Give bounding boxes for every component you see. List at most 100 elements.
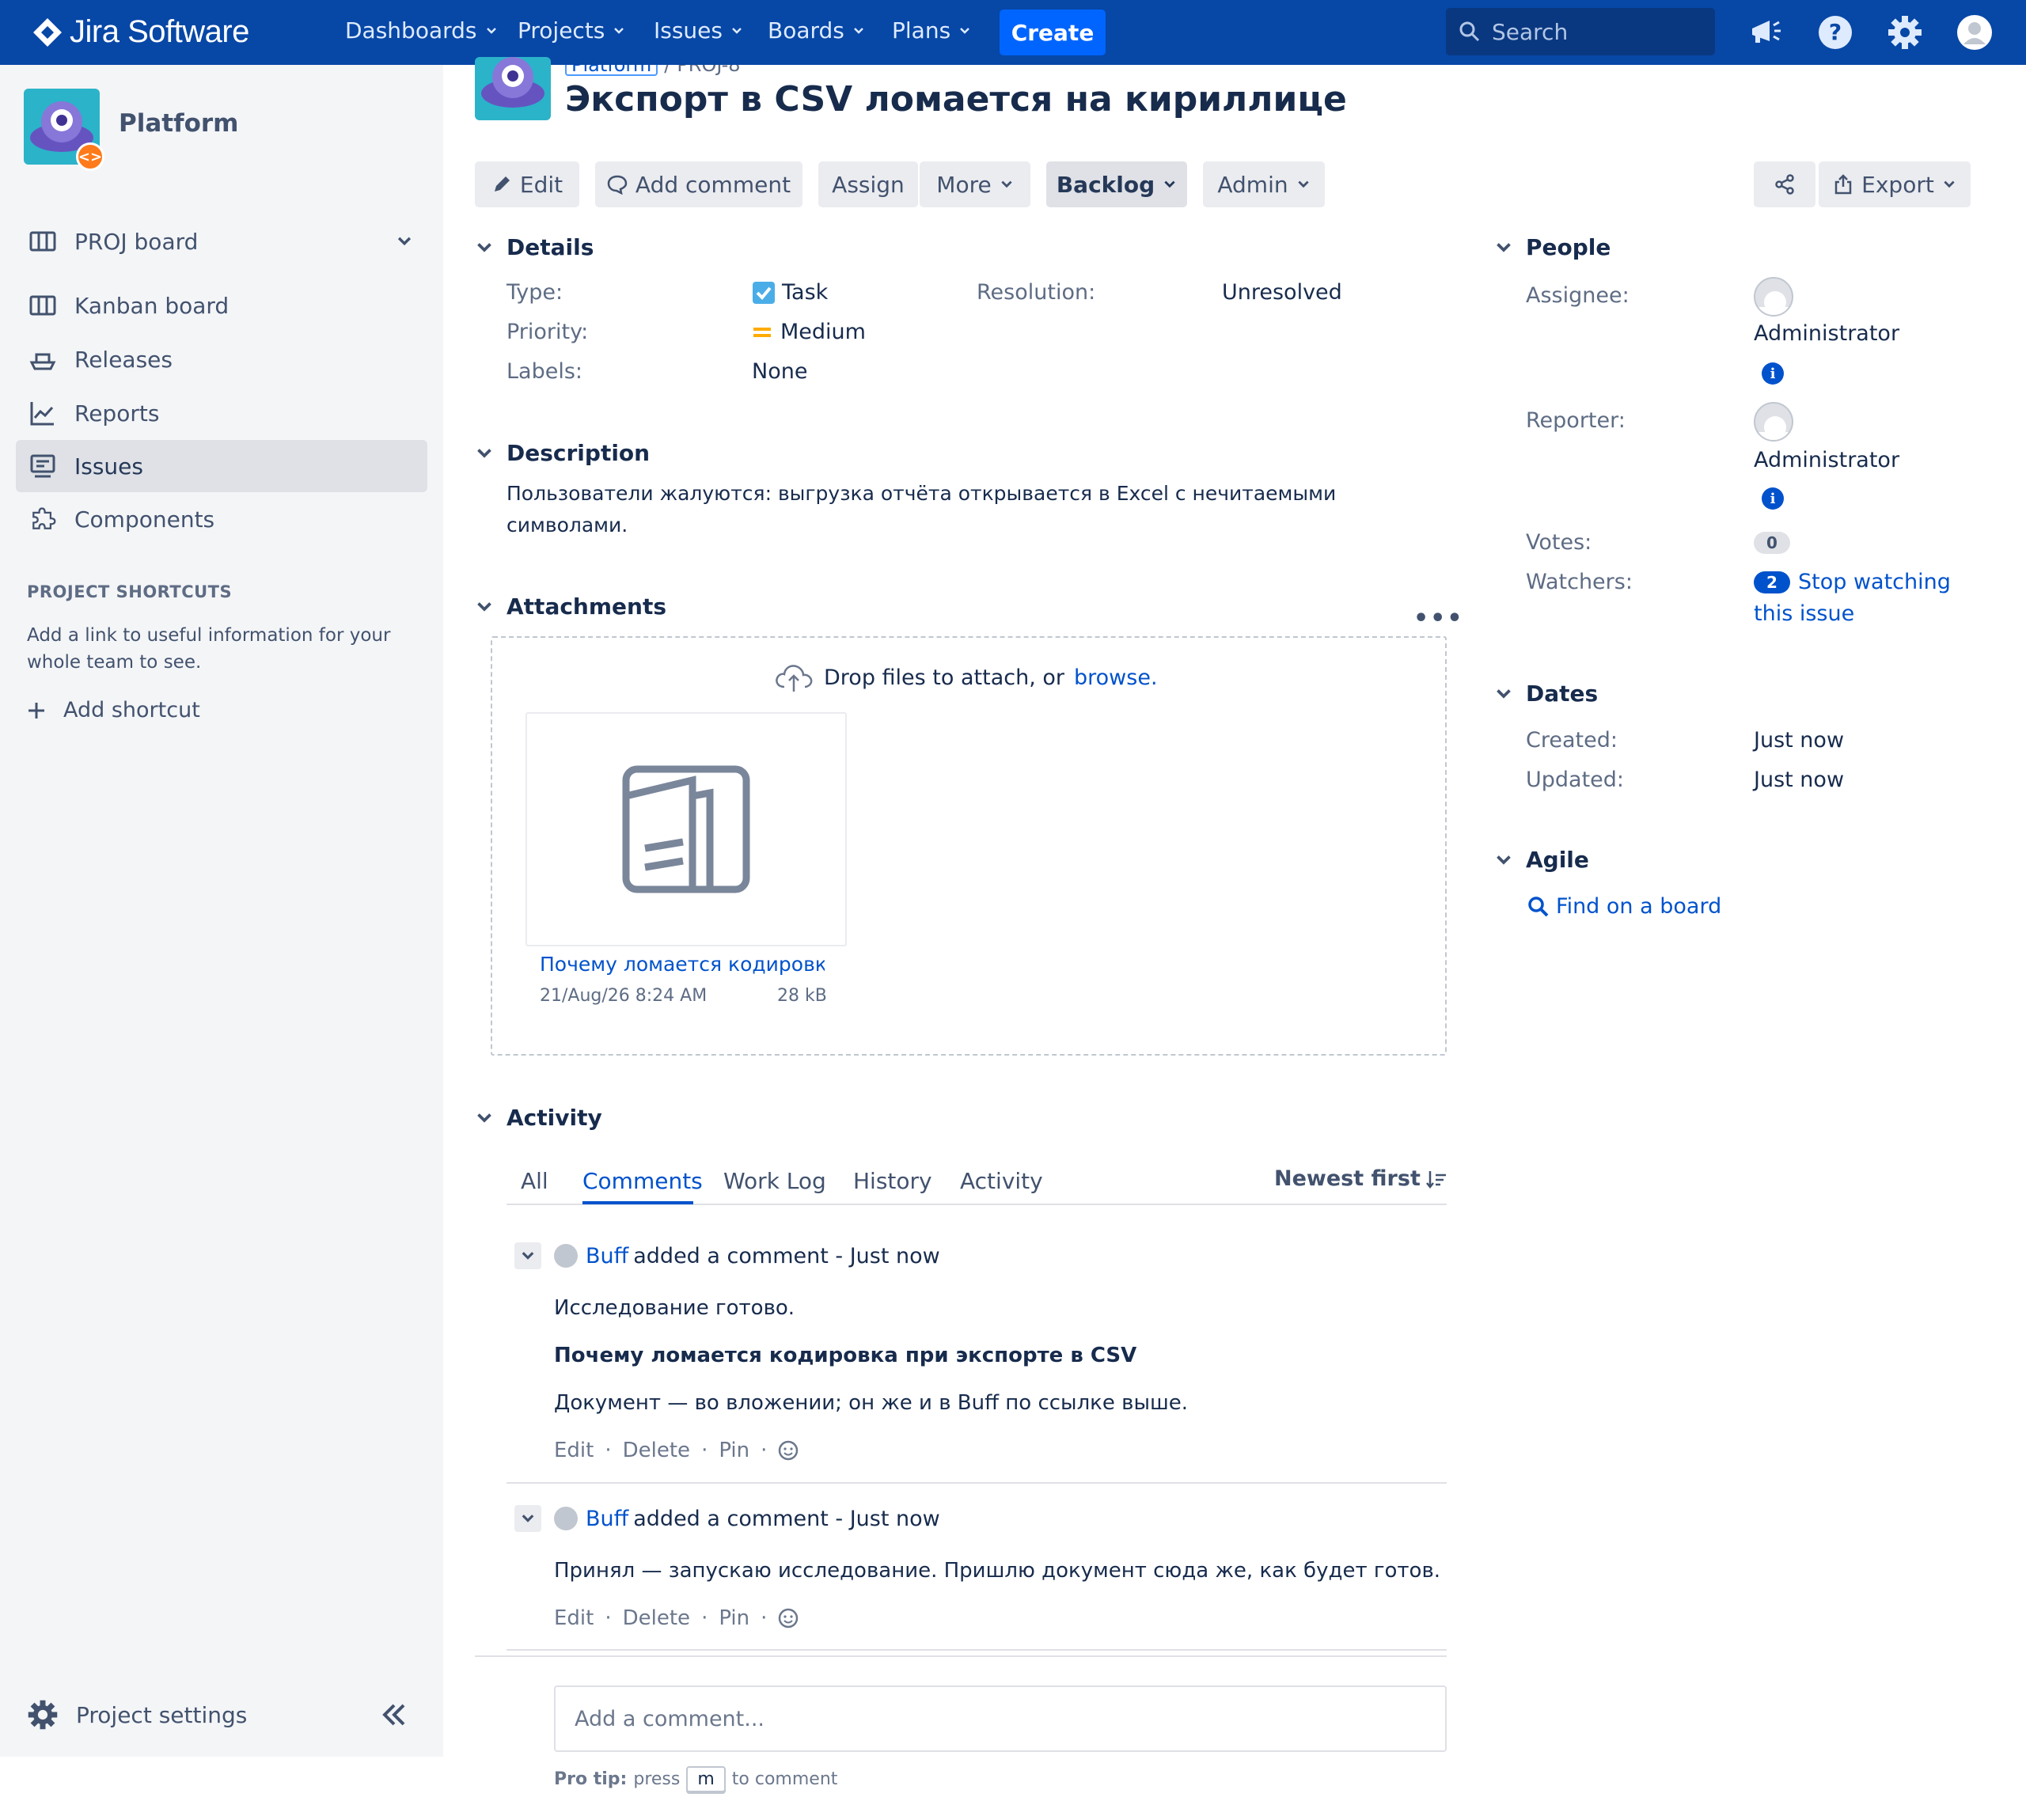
attachments-section-toggle[interactable]: Attachments [475, 593, 666, 620]
add-shortcut-button[interactable]: Add shortcut [27, 698, 200, 722]
attachments-heading: Attachments [506, 593, 667, 620]
comment-header: Buff added a comment - Just now [514, 1242, 940, 1269]
nav-label: Boards [768, 17, 844, 44]
priority-value[interactable]: Medium [752, 320, 866, 344]
avatar[interactable] [1754, 402, 1793, 442]
priority-text: Medium [780, 320, 866, 344]
admin-button[interactable]: Admin [1203, 161, 1325, 207]
attachment-dropzone[interactable]: Drop files to attach, or browse. Почему … [491, 636, 1447, 1056]
more-button[interactable]: More [920, 161, 1030, 207]
details-section-toggle[interactable]: Details [475, 234, 594, 260]
activity-bottom-divider [475, 1655, 1447, 1657]
browse-link[interactable]: browse. [1074, 665, 1158, 690]
stop-watching-link[interactable]: Stop watching [1798, 570, 1951, 594]
nav-boards[interactable]: Boards [768, 17, 865, 44]
emoji-reaction-icon[interactable] [778, 1608, 799, 1629]
jira-logo[interactable]: Jira Software [32, 14, 249, 50]
project-settings-link[interactable]: Project settings [27, 1699, 247, 1731]
nav-issues[interactable]: Issues [654, 17, 743, 44]
comment-pin-link[interactable]: Pin [719, 1606, 749, 1630]
description-section-toggle[interactable]: Description [475, 440, 650, 466]
nav-dashboards[interactable]: Dashboards [345, 17, 498, 44]
comment-input[interactable]: Add a comment... [554, 1685, 1447, 1752]
nav-plans[interactable]: Plans [892, 17, 971, 44]
help-icon[interactable]: ? [1817, 14, 1853, 51]
comment-delete-link[interactable]: Delete [623, 1606, 690, 1630]
tab-work-log[interactable]: Work Log [723, 1168, 826, 1194]
document-icon [622, 765, 750, 893]
issue-project-avatar[interactable] [475, 57, 551, 120]
create-button[interactable]: Create [1000, 9, 1106, 55]
comment-paragraph: Исследование готово. [554, 1296, 795, 1320]
share-button[interactable] [1754, 161, 1815, 207]
emoji-reaction-icon[interactable] [778, 1440, 799, 1461]
status-backlog-button[interactable]: Backlog [1046, 161, 1187, 207]
attachment-thumbnail[interactable] [525, 712, 847, 946]
info-icon[interactable]: i [1762, 362, 1784, 385]
labels-value[interactable]: None [752, 359, 807, 384]
activity-section-toggle[interactable]: Activity [475, 1105, 602, 1131]
tab-activity[interactable]: Activity [960, 1168, 1043, 1194]
project-name[interactable]: Platform [119, 109, 238, 138]
assign-button[interactable]: Assign [818, 161, 918, 207]
chevron-down-icon [1298, 180, 1309, 188]
chevron-down-icon [1497, 688, 1511, 699]
sidebar-item-components[interactable]: Components [16, 493, 427, 545]
export-button[interactable]: Export [1819, 161, 1971, 207]
find-on-board-link[interactable]: Find on a board [1527, 894, 1721, 919]
search-input[interactable]: Search [1446, 8, 1715, 55]
comment-meta: added a comment - Just now [633, 1506, 940, 1531]
megaphone-icon[interactable] [1747, 14, 1784, 51]
sidebar-item-proj-board[interactable]: PROJ board [16, 215, 427, 267]
svg-text:?: ? [1829, 19, 1842, 45]
assignee-name[interactable]: Administrator [1754, 321, 1899, 346]
sort-order-button[interactable]: Newest first [1274, 1166, 1447, 1191]
chevron-down-icon [960, 27, 970, 34]
comment-collapse-toggle[interactable] [514, 1505, 541, 1532]
sidebar-item-reports[interactable]: Reports [16, 387, 427, 439]
collapse-sidebar-icon[interactable] [378, 1699, 410, 1731]
breadcrumb: Platform / PROJ-8 [565, 65, 741, 76]
comment-delete-link[interactable]: Delete [623, 1439, 690, 1462]
type-value[interactable]: Task [752, 280, 828, 305]
sidebar-item-releases[interactable]: Releases [16, 333, 427, 385]
comment-author[interactable]: Buff [586, 1507, 628, 1531]
gear-icon[interactable] [1887, 14, 1923, 51]
priority-label: Priority: [506, 320, 589, 344]
tab-comments[interactable]: Comments [582, 1168, 703, 1194]
share-icon [1775, 174, 1794, 195]
comment-author[interactable]: Buff [586, 1244, 628, 1268]
dates-section-toggle[interactable]: Dates [1494, 681, 1598, 707]
tab-history[interactable]: History [853, 1168, 932, 1194]
people-section-toggle[interactable]: People [1494, 234, 1611, 260]
info-icon[interactable]: i [1762, 487, 1784, 510]
stop-watching-link-line2[interactable]: this issue [1754, 601, 1854, 626]
agile-section-toggle[interactable]: Agile [1494, 847, 1589, 873]
description-text[interactable]: Пользователи жалуются: выгрузка отчёта о… [506, 478, 1393, 541]
comment-header: Buff added a comment - Just now [514, 1505, 940, 1532]
avatar[interactable] [554, 1244, 578, 1268]
attachments-options-button[interactable]: ••• [1413, 605, 1464, 632]
avatar[interactable] [1754, 277, 1793, 317]
comment-collapse-toggle[interactable] [514, 1242, 541, 1269]
comment-pin-link[interactable]: Pin [719, 1439, 749, 1462]
nav-projects[interactable]: Projects [518, 17, 625, 44]
user-avatar-icon[interactable] [1956, 14, 1993, 51]
breadcrumb-issue-key[interactable]: PROJ-8 [677, 65, 740, 76]
sidebar-item-issues[interactable]: Issues [16, 440, 427, 492]
attachment-file-name[interactable]: Почему ломается кодировка при экспорте в… [540, 953, 825, 976]
reporter-name[interactable]: Administrator [1754, 448, 1899, 472]
avatar[interactable] [554, 1507, 578, 1530]
breadcrumb-project[interactable]: Platform [565, 65, 658, 76]
votes-count[interactable]: 0 [1754, 532, 1790, 554]
edit-button[interactable]: Edit [475, 161, 579, 207]
issue-title[interactable]: Экспорт в CSV ломается на кириллице [565, 79, 1347, 119]
tab-all[interactable]: All [521, 1168, 548, 1194]
watchers-count[interactable]: 2 [1754, 571, 1790, 593]
comment-edit-link[interactable]: Edit [554, 1606, 594, 1630]
separator-dot: · [761, 1439, 768, 1462]
separator-dot: · [761, 1606, 768, 1630]
comment-edit-link[interactable]: Edit [554, 1439, 594, 1462]
sidebar-item-kanban-board[interactable]: Kanban board [16, 279, 427, 332]
add-comment-button[interactable]: Add comment [595, 161, 802, 207]
